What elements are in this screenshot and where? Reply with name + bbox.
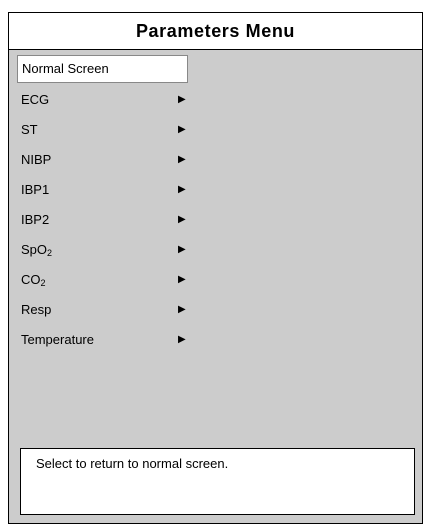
- menu-item-normal-screen[interactable]: Normal Screen: [17, 55, 188, 83]
- menu-title: Parameters Menu: [9, 13, 422, 50]
- menu-item-co2[interactable]: CO2 ▶: [17, 265, 217, 295]
- submenu-arrow-icon: ▶: [178, 214, 186, 225]
- menu-item-label: Normal Screen: [22, 61, 109, 76]
- menu-item-ibp1[interactable]: IBP1 ▶: [17, 175, 217, 205]
- menu-item-label: SpO2: [21, 242, 53, 258]
- submenu-arrow-icon: ▶: [178, 184, 186, 195]
- help-text-box: Select to return to normal screen.: [20, 448, 415, 515]
- menu-item-temperature[interactable]: Temperature ▶: [17, 325, 217, 355]
- menu-item-spo2[interactable]: SpO2 ▶: [17, 235, 217, 265]
- help-text: Select to return to normal screen.: [36, 456, 229, 471]
- menu-item-label: CO2: [21, 272, 46, 288]
- submenu-arrow-icon: ▶: [178, 154, 186, 165]
- menu-item-label: IBP1: [21, 182, 50, 197]
- label-main: CO: [21, 272, 41, 287]
- menu-item-label: NIBP: [21, 152, 52, 167]
- menu-item-ecg[interactable]: ECG ▶: [17, 85, 217, 115]
- submenu-arrow-icon: ▶: [178, 124, 186, 135]
- submenu-arrow-icon: ▶: [178, 244, 186, 255]
- menu-item-nibp[interactable]: NIBP ▶: [17, 145, 217, 175]
- submenu-arrow-icon: ▶: [178, 334, 186, 345]
- menu-item-label: ST: [21, 122, 38, 137]
- label-subscript: 2: [47, 248, 53, 258]
- parameters-menu-window: Parameters Menu Normal Screen ECG ▶ ST ▶…: [8, 12, 423, 524]
- menu-item-resp[interactable]: Resp ▶: [17, 295, 217, 325]
- menu-item-label: Resp: [21, 302, 52, 317]
- menu-list: Normal Screen ECG ▶ ST ▶ NIBP ▶ IBP1 ▶ I…: [17, 55, 217, 355]
- label-main: SpO: [21, 242, 48, 257]
- menu-item-st[interactable]: ST ▶: [17, 115, 217, 145]
- menu-item-label: ECG: [21, 92, 50, 107]
- submenu-arrow-icon: ▶: [178, 304, 186, 315]
- menu-item-label: IBP2: [21, 212, 50, 227]
- menu-item-ibp2[interactable]: IBP2 ▶: [17, 205, 217, 235]
- submenu-arrow-icon: ▶: [178, 274, 186, 285]
- label-subscript: 2: [40, 278, 46, 288]
- submenu-arrow-icon: ▶: [178, 94, 186, 105]
- menu-item-label: Temperature: [21, 332, 94, 347]
